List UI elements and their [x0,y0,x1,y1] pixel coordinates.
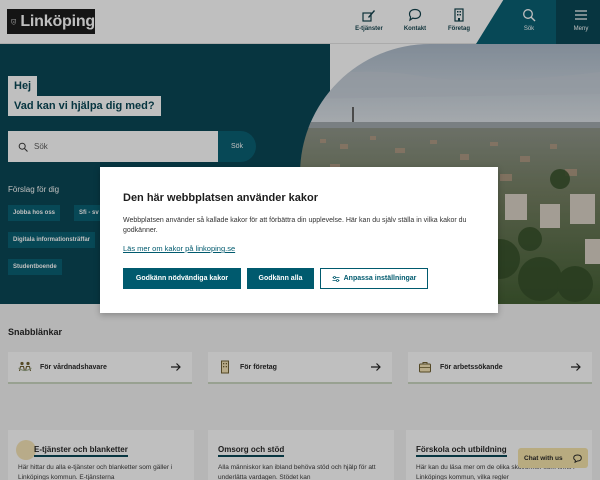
cookie-dialog-title: Den här webbplatsen använder kakor [123,192,319,204]
customize-settings-label: Anpassa inställningar [343,275,417,282]
accept-necessary-button[interactable]: Godkänn nödvändiga kakor [123,268,241,289]
sliders-icon [332,275,340,282]
cookie-dialog-body: Webbplatsen använder så kallade kakor fö… [123,217,467,234]
cookie-info-link[interactable]: Läs mer om kakor på linkoping.se [123,244,235,253]
cookie-consent-dialog: Den här webbplatsen använder kakor Webbp… [100,167,498,313]
customize-settings-button[interactable]: Anpassa inställningar [320,268,428,289]
accept-all-button[interactable]: Godkänn alla [247,268,314,289]
